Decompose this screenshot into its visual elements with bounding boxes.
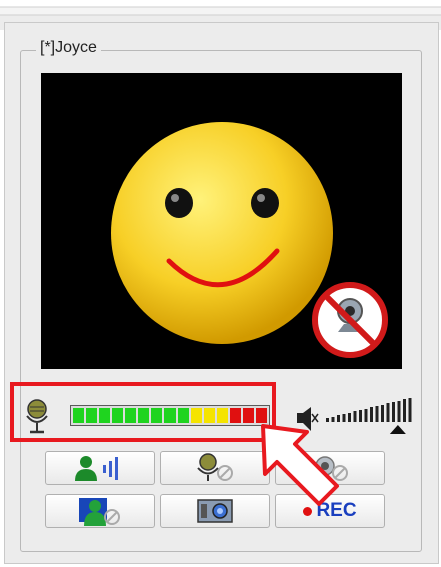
meter-segment — [190, 408, 202, 423]
volume-thumb[interactable] — [389, 425, 406, 434]
meter-segment — [138, 408, 150, 423]
volume-bar — [403, 399, 406, 422]
meter-segment — [164, 408, 176, 423]
mic-disabled-button[interactable] — [160, 451, 270, 485]
volume-bar — [408, 398, 412, 422]
meter-segment — [112, 408, 124, 423]
volume-bar — [381, 405, 384, 422]
meter-segment — [177, 408, 189, 423]
meter-segment — [99, 408, 111, 423]
user-video-button[interactable] — [45, 494, 155, 528]
meter-segment — [86, 408, 98, 423]
talking-user-icon — [75, 456, 118, 481]
volume-bar — [392, 402, 395, 422]
video-area[interactable] — [41, 73, 402, 369]
user-video-icon — [79, 498, 120, 526]
microphone-icon[interactable] — [22, 398, 52, 438]
volume-bar — [359, 410, 362, 422]
user-name-label: [*]Joyce — [36, 39, 101, 57]
meter-segment — [125, 408, 137, 423]
meter-segment — [229, 408, 241, 423]
meter-segment — [216, 408, 228, 423]
volume-bar — [397, 401, 401, 422]
talk-button[interactable] — [45, 451, 155, 485]
volume-bar — [348, 413, 351, 422]
mic-disabled-icon — [197, 453, 233, 481]
meter-segment — [242, 408, 254, 423]
meter-segment — [203, 408, 215, 423]
volume-bar — [386, 403, 390, 422]
camera-snapshot-icon — [197, 499, 233, 523]
pointer-arrow-icon — [261, 424, 339, 506]
volume-bar — [364, 409, 368, 422]
volume-bar — [353, 411, 357, 422]
meter-segment — [73, 408, 85, 423]
snapshot-button[interactable] — [160, 494, 270, 528]
no-webcam-icon — [312, 282, 388, 358]
mic-level-meter — [70, 405, 270, 426]
meter-segment — [151, 408, 163, 423]
volume-bar — [370, 407, 373, 422]
volume-bar — [375, 406, 379, 422]
